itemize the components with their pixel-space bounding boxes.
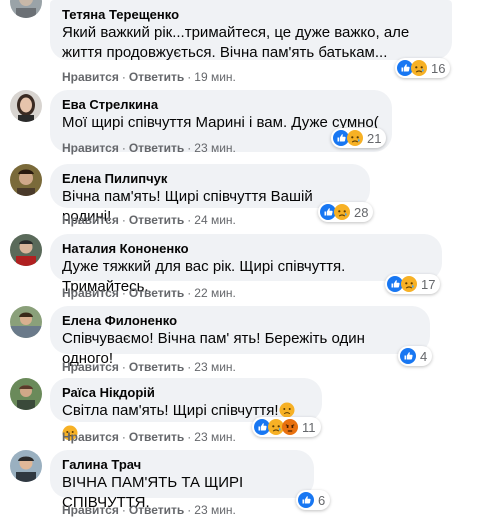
comment-author[interactable]: Галина Трач (62, 457, 302, 473)
reply-link[interactable]: Ответить (129, 70, 184, 84)
like-link[interactable]: Нравится (62, 141, 119, 155)
reply-link[interactable]: Ответить (129, 141, 184, 155)
reaction-summary[interactable]: 17 (385, 274, 441, 294)
comment-bubble: Наталия Кононенко Дуже тяжкий для вас рі… (50, 234, 442, 295)
sad-icon (411, 60, 427, 76)
comment-text: Який важкий рік...тримайтеся, це дуже ва… (62, 24, 410, 61)
comment-author[interactable]: Елена Филоненко (62, 313, 418, 329)
comment-time[interactable]: 23 мин. (194, 430, 236, 444)
comment-time[interactable]: 23 мин. (194, 503, 236, 517)
comment-bubble: Тетяна Терещенко Який важкий рік...трима… (50, 0, 452, 61)
reaction-count: 21 (367, 130, 382, 146)
comment-time[interactable]: 23 мин. (194, 360, 236, 374)
like-link[interactable]: Нравится (62, 213, 119, 227)
reaction-summary[interactable]: 28 (318, 202, 374, 222)
reaction-summary[interactable]: 6 (296, 490, 331, 510)
comment-author[interactable]: Тетяна Терещенко (62, 7, 440, 23)
reaction-summary[interactable]: 4 (398, 346, 433, 366)
comment-time[interactable]: 22 мин. (194, 286, 236, 300)
reaction-count: 11 (302, 419, 316, 435)
reaction-count: 28 (354, 204, 369, 220)
comment-author[interactable]: Елена Пилипчук (62, 171, 358, 187)
avatar[interactable] (10, 90, 42, 122)
reaction-summary[interactable]: 21 (331, 128, 387, 148)
comment-actions: Нравится · Ответить · 23 мин. (62, 503, 236, 517)
comment-actions: Нравится · Ответить · 24 мин. (62, 213, 236, 227)
comment-actions: Нравится · Ответить · 23 мин. (62, 430, 236, 444)
reply-link[interactable]: Ответить (129, 213, 184, 227)
reaction-count: 4 (420, 348, 428, 364)
like-link[interactable]: Нравится (62, 70, 119, 84)
angry-icon (282, 419, 298, 435)
like-icon (400, 348, 416, 364)
like-link[interactable]: Нравится (62, 360, 119, 374)
comment-bubble: Елена Филоненко Співчуваємо! Вічна пам' … (50, 306, 430, 367)
comment-time[interactable]: 23 мин. (194, 141, 236, 155)
sad-icon (334, 204, 350, 220)
reply-link[interactable]: Ответить (129, 286, 184, 300)
reaction-count: 6 (318, 492, 326, 508)
avatar[interactable] (10, 378, 42, 410)
avatar[interactable] (10, 450, 42, 482)
reaction-count: 17 (421, 276, 436, 292)
sad-icon (347, 130, 363, 146)
reply-link[interactable]: Ответить (129, 430, 184, 444)
comment-author[interactable]: Раїса Нікдорій (62, 385, 310, 401)
like-link[interactable]: Нравится (62, 430, 119, 444)
avatar[interactable] (10, 0, 42, 18)
like-link[interactable]: Нравится (62, 286, 119, 300)
comment-time[interactable]: 19 мин. (194, 70, 236, 84)
reaction-count: 16 (431, 60, 446, 76)
avatar[interactable] (10, 164, 42, 196)
comment-author[interactable]: Ева Стрелкина (62, 97, 380, 113)
reply-link[interactable]: Ответить (129, 503, 184, 517)
comment-actions: Нравится · Ответить · 23 мин. (62, 141, 236, 155)
reaction-summary[interactable]: 11 (252, 417, 321, 437)
comment-actions: Нравится · Ответить · 23 мин. (62, 360, 236, 374)
avatar[interactable] (10, 234, 42, 266)
comment-author[interactable]: Наталия Кононенко (62, 241, 430, 257)
comment-time[interactable]: 24 мин. (194, 213, 236, 227)
comment-bubble: Елена Пилипчук Вічна пам'ять! Щирі співч… (50, 164, 370, 225)
reaction-summary[interactable]: 16 (395, 58, 451, 78)
reply-link[interactable]: Ответить (129, 360, 184, 374)
comment-bubble: Раїса Нікдорій Світла пам'ять! Щирі спів… (50, 378, 322, 441)
comment-actions: Нравится · Ответить · 19 мин. (62, 70, 236, 84)
sad-icon (401, 276, 417, 292)
avatar[interactable] (10, 306, 42, 338)
comment-bubble: Галина Трач ВІЧНА ПАМ'ЯТЬ ТА ЩИРІ СПІВЧУ… (50, 450, 314, 511)
like-icon (298, 492, 314, 508)
comment-actions: Нравится · Ответить · 22 мин. (62, 286, 236, 300)
like-link[interactable]: Нравится (62, 503, 119, 517)
